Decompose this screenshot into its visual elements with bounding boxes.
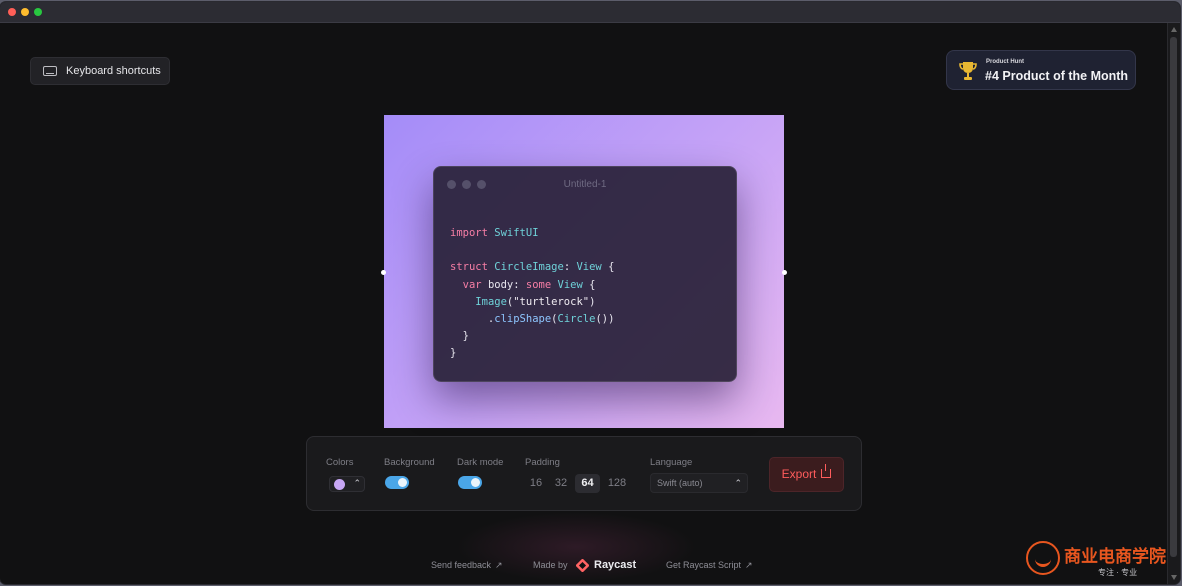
padding-option-128[interactable]: 128: [605, 474, 629, 493]
watermark-subtitle: 专注 · 专业: [1098, 568, 1138, 577]
color-swatch: [334, 479, 345, 490]
background-label: Background: [384, 457, 435, 468]
settings-toolbar: Colors ⌃ Background Dark mode Padding 16…: [306, 436, 862, 511]
watermark-logo-icon: [1026, 541, 1060, 575]
app-window: Keyboard shortcuts Product Hunt #4 Produ…: [0, 2, 1180, 584]
chevron-up-icon: ⌃: [734, 478, 742, 488]
code-line: Image("turtlerock"): [475, 295, 596, 308]
padding-option-16[interactable]: 16: [526, 474, 546, 493]
background-toggle[interactable]: [385, 476, 409, 489]
keyboard-shortcuts-button[interactable]: Keyboard shortcuts: [30, 57, 170, 85]
export-label: Export: [781, 467, 817, 481]
external-link-icon: ↗: [745, 560, 753, 570]
code-window-title[interactable]: Untitled-1: [434, 179, 736, 190]
product-hunt-badge[interactable]: Product Hunt #4 Product of the Month: [946, 50, 1136, 90]
vertical-scrollbar[interactable]: [1167, 23, 1180, 584]
code-editor[interactable]: import SwiftUI struct CircleImage: View …: [450, 225, 614, 363]
minimize-window-button[interactable]: [21, 8, 29, 16]
close-window-button[interactable]: [8, 8, 16, 16]
scroll-up-icon[interactable]: [1171, 27, 1177, 32]
export-button[interactable]: Export: [769, 457, 844, 492]
code-line: }: [450, 330, 469, 343]
code-canvas[interactable]: Untitled-1 import SwiftUI struct CircleI…: [381, 115, 787, 428]
code-window: Untitled-1 import SwiftUI struct CircleI…: [433, 166, 737, 382]
scrollbar-thumb[interactable]: [1170, 37, 1177, 557]
made-by-label: Made by: [533, 560, 568, 570]
trophy-icon: [959, 62, 977, 80]
get-raycast-script-link[interactable]: Get Raycast Script ↗: [666, 560, 753, 571]
dark-mode-toggle[interactable]: [458, 476, 482, 489]
zoom-window-button[interactable]: [34, 8, 42, 16]
keyboard-icon: [43, 66, 57, 76]
get-script-label: Get Raycast Script: [666, 560, 742, 570]
badge-title: #4 Product of the Month: [985, 69, 1129, 83]
external-link-icon: ↗: [495, 560, 503, 570]
raycast-logo-icon: [576, 559, 589, 572]
keyboard-shortcuts-label: Keyboard shortcuts: [66, 65, 161, 77]
language-select[interactable]: Swift (auto) ⌃: [650, 473, 748, 493]
resize-handle-left[interactable]: [381, 270, 386, 275]
padding-option-64[interactable]: 64: [575, 474, 600, 493]
padding-option-32[interactable]: 32: [551, 474, 571, 493]
watermark-title: 商业电商学院: [1064, 547, 1166, 566]
resize-handle-right[interactable]: [782, 270, 787, 275]
padding-label: Padding: [525, 457, 560, 468]
code-line: var body: some View {: [462, 278, 596, 291]
send-feedback-link[interactable]: Send feedback ↗: [431, 560, 503, 571]
code-line: }: [450, 347, 457, 360]
badge-caption: Product Hunt: [986, 59, 1024, 65]
title-bar: [0, 2, 1180, 23]
language-label: Language: [650, 457, 693, 468]
raycast-link[interactable]: Raycast: [594, 559, 636, 571]
colors-label: Colors: [326, 457, 354, 468]
dark-mode-label: Dark mode: [457, 457, 504, 468]
code-line: struct CircleImage: View {: [450, 261, 615, 274]
watermark: 商业电商学院 专注 · 专业: [1026, 540, 1178, 580]
send-feedback-label: Send feedback: [431, 560, 492, 570]
share-icon: [821, 464, 832, 478]
code-line: import SwiftUI: [450, 227, 539, 239]
chevron-up-icon: ⌃: [353, 478, 361, 488]
language-value: Swift (auto): [657, 478, 703, 488]
code-line: .clipShape(Circle()): [450, 313, 615, 326]
color-picker[interactable]: ⌃: [329, 476, 365, 492]
